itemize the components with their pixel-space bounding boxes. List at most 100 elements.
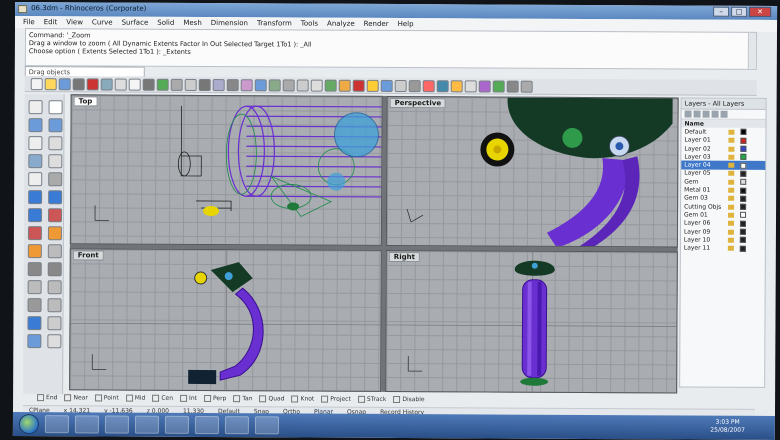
tool-icon[interactable] xyxy=(48,190,63,205)
ie-icon[interactable] xyxy=(44,415,69,434)
layer-color-swatch[interactable] xyxy=(740,170,747,177)
app-taskbar-icon[interactable] xyxy=(194,415,219,435)
menu-view[interactable]: View xyxy=(66,18,83,26)
lightbulb-icon[interactable] xyxy=(728,171,735,177)
layer-color-swatch[interactable] xyxy=(740,195,747,202)
toolbar-tool-icon[interactable] xyxy=(254,79,267,92)
tool-icon[interactable] xyxy=(47,280,62,295)
toolbar-tool-icon[interactable] xyxy=(366,79,379,92)
toolbar-tool-icon[interactable] xyxy=(380,79,393,92)
osnap-checkbox[interactable]: Knot xyxy=(292,395,315,404)
osnap-checkbox[interactable]: STrack xyxy=(358,396,387,405)
toolbar-tool-icon[interactable] xyxy=(44,78,57,91)
osnap-checkbox[interactable]: Tan xyxy=(233,395,252,404)
osnap-checkbox[interactable]: Quad xyxy=(259,395,285,404)
start-button[interactable] xyxy=(18,414,39,435)
layer-color-swatch[interactable] xyxy=(740,129,747,136)
media-player-icon[interactable] xyxy=(104,415,129,434)
minimize-button[interactable]: – xyxy=(713,6,730,17)
toolbar-tool-icon[interactable] xyxy=(478,80,491,93)
tool-icon[interactable] xyxy=(27,226,42,241)
lightbulb-icon[interactable] xyxy=(728,204,735,210)
toolbar-tool-icon[interactable] xyxy=(170,78,183,91)
menu-edit[interactable]: Edit xyxy=(44,18,58,26)
layer-color-swatch[interactable] xyxy=(740,162,747,169)
tool-icon[interactable] xyxy=(48,172,63,187)
osnap-checkbox[interactable]: Project xyxy=(321,396,351,405)
new-layer-icon[interactable] xyxy=(684,110,692,118)
delete-layer-icon[interactable] xyxy=(693,110,701,118)
tool-icon[interactable] xyxy=(28,100,43,115)
viewport-label-perspective[interactable]: Perspective xyxy=(389,97,447,109)
osnap-checkbox[interactable]: Mid xyxy=(126,395,146,404)
layer-color-swatch[interactable] xyxy=(739,220,747,227)
lightbulb-icon[interactable] xyxy=(727,229,734,235)
tool-icon[interactable] xyxy=(48,100,63,115)
tool-icon[interactable] xyxy=(28,172,43,187)
tool-icon[interactable] xyxy=(27,298,42,313)
layer-color-swatch[interactable] xyxy=(739,245,746,252)
command-scrollbar[interactable] xyxy=(747,32,756,69)
toolbar-tool-icon[interactable] xyxy=(520,80,533,93)
toolbar-tool-icon[interactable] xyxy=(114,78,127,91)
layer-row[interactable]: Layer 11 xyxy=(681,244,765,253)
tool-icon[interactable] xyxy=(48,118,63,133)
osnap-checkbox[interactable]: Cen xyxy=(152,395,173,404)
filter-icon[interactable] xyxy=(720,110,728,118)
viewport-perspective[interactable]: Perspective xyxy=(385,95,679,248)
toolbar-tool-icon[interactable] xyxy=(310,79,323,92)
tool-icon[interactable] xyxy=(28,190,43,205)
tool-icon[interactable] xyxy=(27,262,42,277)
tool-icon[interactable] xyxy=(48,154,63,169)
lightbulb-icon[interactable] xyxy=(728,154,735,160)
tool-icon[interactable] xyxy=(47,244,62,259)
tool-icon[interactable] xyxy=(48,136,63,151)
toolbar-tool-icon[interactable] xyxy=(72,78,85,91)
toolbar-tool-icon[interactable] xyxy=(142,78,155,91)
viewport-label-front[interactable]: Front xyxy=(72,250,104,261)
toolbar-tool-icon[interactable] xyxy=(506,80,519,93)
lightbulb-icon[interactable] xyxy=(728,146,735,152)
toolbar-tool-icon[interactable] xyxy=(450,80,463,93)
toolbar-tool-icon[interactable] xyxy=(198,78,211,92)
toolbar-tool-icon[interactable] xyxy=(464,80,477,93)
layer-color-swatch[interactable] xyxy=(740,145,747,152)
osnap-checkbox[interactable]: Point xyxy=(95,394,119,403)
lightbulb-icon[interactable] xyxy=(728,129,735,135)
toolbar-tool-icon[interactable] xyxy=(86,78,99,91)
lightbulb-icon[interactable] xyxy=(727,237,734,243)
menu-file[interactable]: File xyxy=(23,18,35,26)
maximize-button[interactable]: □ xyxy=(731,6,748,17)
tool-icon[interactable] xyxy=(27,316,42,331)
menu-tools[interactable]: Tools xyxy=(301,20,318,28)
move-up-icon[interactable] xyxy=(702,110,710,118)
tool-icon[interactable] xyxy=(28,136,43,151)
taskbar-clock[interactable]: 3:03 PM 25/08/2007 xyxy=(710,419,745,435)
viewport-right[interactable]: Right xyxy=(385,249,678,394)
toolbar-tool-icon[interactable] xyxy=(436,80,449,93)
lightbulb-icon[interactable] xyxy=(728,162,735,168)
folder-taskbar-icon[interactable] xyxy=(224,416,249,435)
toolbar-tool-icon[interactable] xyxy=(408,80,421,93)
osnap-checkbox[interactable]: Int xyxy=(180,395,197,404)
toolbar-tool-icon[interactable] xyxy=(268,79,281,92)
tool-icon[interactable] xyxy=(47,208,63,223)
tool-icon[interactable] xyxy=(27,208,43,223)
toolbar-tool-icon[interactable] xyxy=(58,78,71,91)
tool-icon[interactable] xyxy=(27,334,42,349)
layer-color-swatch[interactable] xyxy=(740,203,747,210)
tool-icon[interactable] xyxy=(47,298,62,313)
toolbar-tool-icon[interactable] xyxy=(156,78,169,91)
osnap-checkbox[interactable]: Near xyxy=(64,394,87,403)
menu-help[interactable]: Help xyxy=(398,20,414,28)
tool-icon[interactable] xyxy=(47,334,62,349)
viewport-label-top[interactable]: Top xyxy=(73,96,98,107)
menu-transform[interactable]: Transform xyxy=(257,19,292,27)
layer-color-swatch[interactable] xyxy=(740,137,747,144)
tool-icon[interactable] xyxy=(28,118,43,133)
rhino-taskbar-icon[interactable] xyxy=(134,415,159,434)
viewport-top[interactable]: Top xyxy=(69,94,383,246)
lightbulb-icon[interactable] xyxy=(728,187,735,193)
toolbar-tool-icon[interactable] xyxy=(30,78,43,91)
menu-dimension[interactable]: Dimension xyxy=(211,19,248,27)
